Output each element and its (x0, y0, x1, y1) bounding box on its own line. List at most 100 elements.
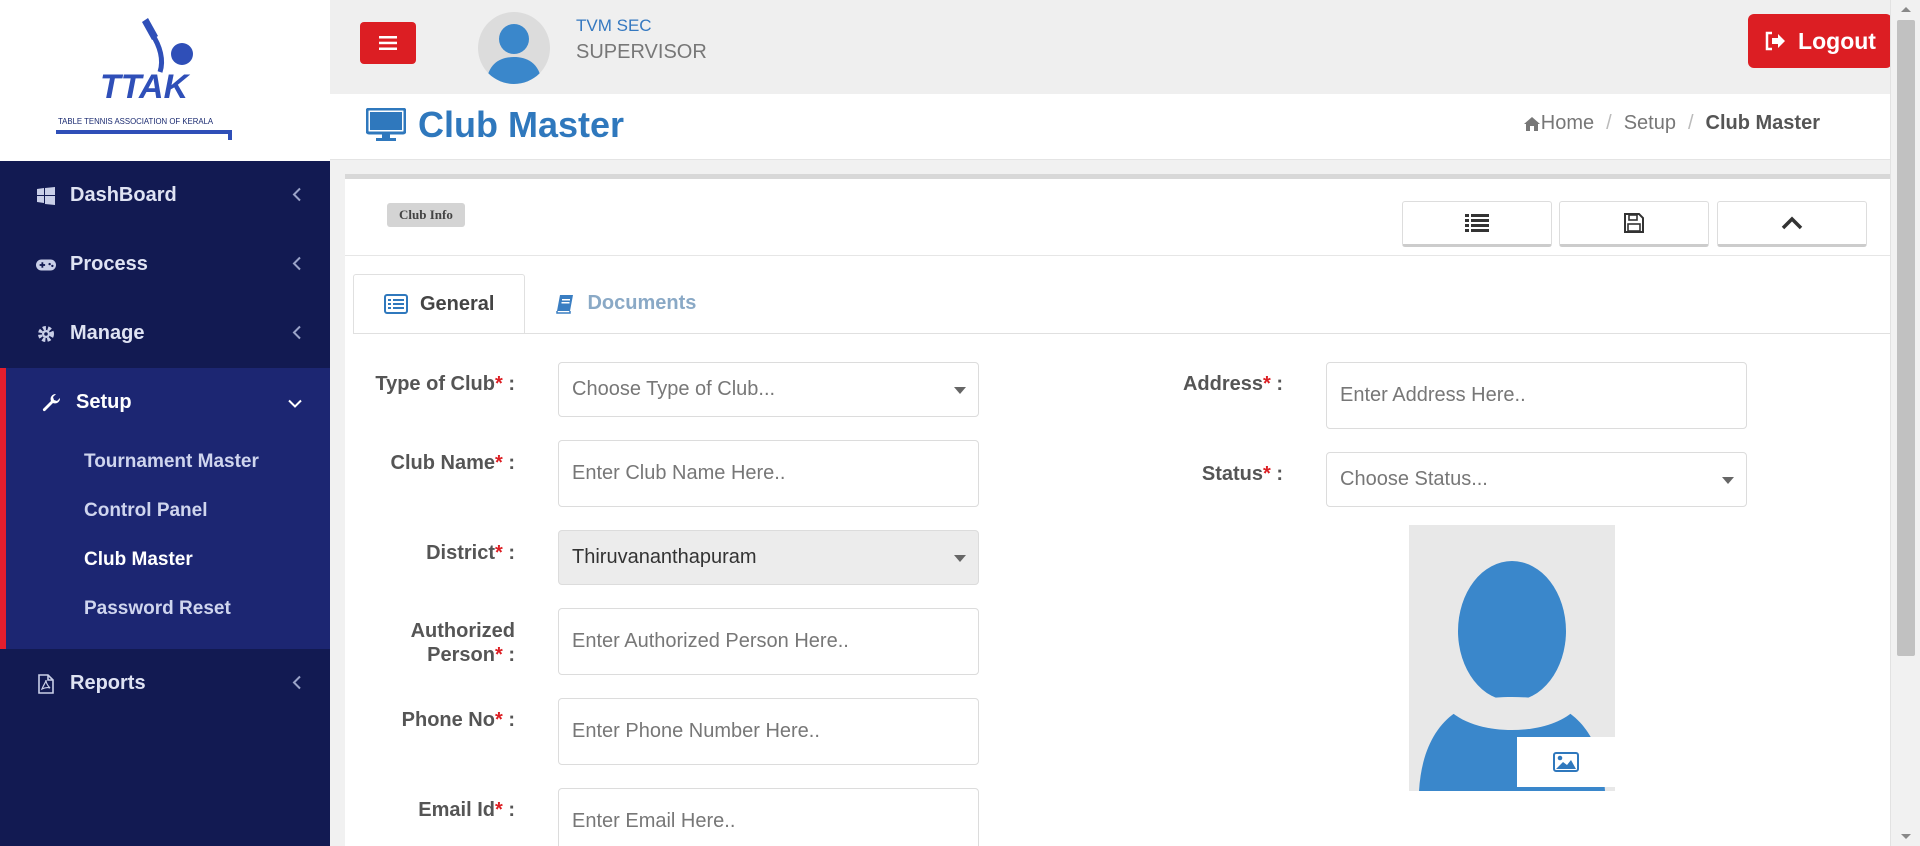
sidebar-item-reports[interactable]: Reports (0, 649, 330, 718)
tabs-divider (353, 333, 1893, 334)
tab-label: General (420, 292, 495, 315)
club-info-panel: Club Info General Documents Type of Club… (345, 174, 1893, 846)
page-title-text: Club Master (418, 104, 625, 145)
sidebar-group-setup: Setup Tournament Master Control Panel Cl… (0, 368, 330, 649)
svg-text:TTAK: TTAK (100, 68, 191, 106)
sidebar-item-manage[interactable]: Manage (0, 299, 330, 368)
sidebar-nav: DashBoard Process Manage Setup Tournamen… (0, 161, 330, 718)
sidebar-item-dashboard[interactable]: DashBoard (0, 161, 330, 230)
district-label: District* : (345, 541, 515, 565)
sidebar-item-label: Setup (76, 391, 132, 413)
upload-photo-button[interactable] (1517, 737, 1615, 787)
required-mark: * (494, 373, 503, 395)
club-name-input[interactable]: Enter Club Name Here.. (558, 440, 979, 507)
image-icon (1553, 752, 1579, 772)
scroll-up-arrow-icon[interactable] (1891, 2, 1920, 16)
chevron-left-icon (292, 253, 302, 276)
label-colon: : (502, 452, 515, 474)
breadcrumb-separator: / (1687, 112, 1694, 134)
sidebar-subitem-club-master[interactable]: Club Master (6, 535, 330, 584)
chevron-left-icon (292, 672, 302, 695)
required-mark: * (494, 542, 503, 564)
user-icon (486, 24, 542, 84)
label-colon: : (502, 542, 515, 564)
page-scrollbar[interactable] (1890, 0, 1920, 846)
sidebar: TTAK TABLE TENNIS ASSOCIATION OF KERALA … (0, 0, 330, 846)
tab-documents[interactable]: Documents (525, 274, 727, 334)
wrench-icon (42, 393, 62, 413)
phone-input[interactable]: Enter Phone Number Here.. (558, 698, 979, 765)
required-mark: * (494, 709, 503, 731)
divider (345, 255, 1890, 256)
breadcrumb-current: Club Master (1705, 112, 1820, 134)
email-placeholder: Enter Email Here.. (572, 810, 736, 832)
user-name: TVM SEC (576, 16, 652, 35)
required-mark: * (494, 452, 503, 474)
type-of-club-select[interactable]: Choose Type of Club... (558, 362, 979, 417)
tab-general[interactable]: General (353, 274, 526, 334)
chevron-left-icon (292, 184, 302, 207)
authorized-person-label-line1: Authorized (410, 620, 515, 642)
club-name-label: Club Name* : (345, 451, 515, 475)
monitor-icon (366, 108, 406, 141)
sidebar-subitem-tournament-master[interactable]: Tournament Master (6, 437, 330, 486)
logout-button[interactable]: Logout (1748, 14, 1892, 68)
email-label: Email Id* : (345, 798, 515, 822)
list-icon (1465, 214, 1489, 232)
authorized-person-label-line2: Person (427, 644, 495, 666)
club-photo-preview (1409, 525, 1615, 791)
windows-icon (36, 186, 56, 206)
ttak-logo-icon: TTAK TABLE TENNIS ASSOCIATION OF KERALA (56, 18, 232, 140)
menu-toggle-button[interactable] (360, 22, 416, 64)
sidebar-item-process[interactable]: Process (0, 230, 330, 299)
label-colon: : (502, 799, 515, 821)
status-select[interactable]: Choose Status... (1326, 452, 1747, 507)
breadcrumb-home[interactable]: Home (1541, 112, 1594, 135)
avatar[interactable] (478, 12, 550, 84)
status-placeholder: Choose Status... (1340, 468, 1488, 490)
gear-icon (36, 324, 56, 344)
scroll-down-arrow-icon[interactable] (1891, 830, 1920, 844)
sidebar-subitem-password-reset[interactable]: Password Reset (6, 584, 330, 633)
email-label-text: Email Id (418, 799, 495, 821)
type-of-club-placeholder: Choose Type of Club... (572, 378, 776, 400)
logo[interactable]: TTAK TABLE TENNIS ASSOCIATION OF KERALA (0, 0, 330, 161)
sidebar-subitem-control-panel[interactable]: Control Panel (6, 486, 330, 535)
sidebar-item-setup[interactable]: Setup (6, 368, 330, 437)
scrollbar-thumb[interactable] (1897, 20, 1915, 656)
sidebar-item-label: Reports (70, 672, 146, 694)
breadcrumb-separator: / (1606, 112, 1612, 134)
label-colon: : (1270, 463, 1283, 485)
club-name-label-text: Club Name (390, 452, 495, 474)
district-label-text: District (426, 542, 495, 564)
district-value: Thiruvananthapuram (572, 546, 757, 568)
sidebar-item-label: Manage (70, 322, 145, 344)
sidebar-item-label: DashBoard (70, 184, 177, 206)
label-colon: : (502, 373, 515, 395)
address-input[interactable]: Enter Address Here.. (1326, 362, 1747, 429)
email-input[interactable]: Enter Email Here.. (558, 788, 979, 846)
gamepad-icon (36, 255, 56, 275)
label-colon: : (502, 644, 515, 666)
user-role: SUPERVISOR (576, 41, 707, 63)
required-mark: * (1262, 373, 1271, 395)
list-alt-icon (384, 294, 408, 314)
label-colon: : (502, 709, 515, 731)
breadcrumb-setup[interactable]: Setup (1624, 112, 1676, 135)
authorized-person-placeholder: Enter Authorized Person Here.. (572, 630, 849, 652)
breadcrumb: Home / Setup / Club Master (1523, 112, 1820, 135)
list-view-button[interactable] (1402, 201, 1552, 247)
status-label-text: Status (1201, 463, 1263, 485)
phone-placeholder: Enter Phone Number Here.. (572, 720, 820, 742)
chevron-down-icon (288, 391, 302, 414)
collapse-button[interactable] (1717, 201, 1867, 247)
district-select[interactable]: Thiruvananthapuram (558, 530, 979, 585)
status-label: Status* : (1045, 462, 1283, 486)
authorized-person-input[interactable]: Enter Authorized Person Here.. (558, 608, 979, 675)
top-bar: TVM SEC SUPERVISOR Logout (330, 0, 1892, 94)
save-button[interactable] (1559, 201, 1709, 247)
tab-bar: General Documents (353, 274, 727, 334)
address-placeholder: Enter Address Here.. (1340, 384, 1526, 406)
authorized-person-label: Authorized Person* : (345, 619, 515, 667)
sign-out-icon (1765, 31, 1786, 51)
